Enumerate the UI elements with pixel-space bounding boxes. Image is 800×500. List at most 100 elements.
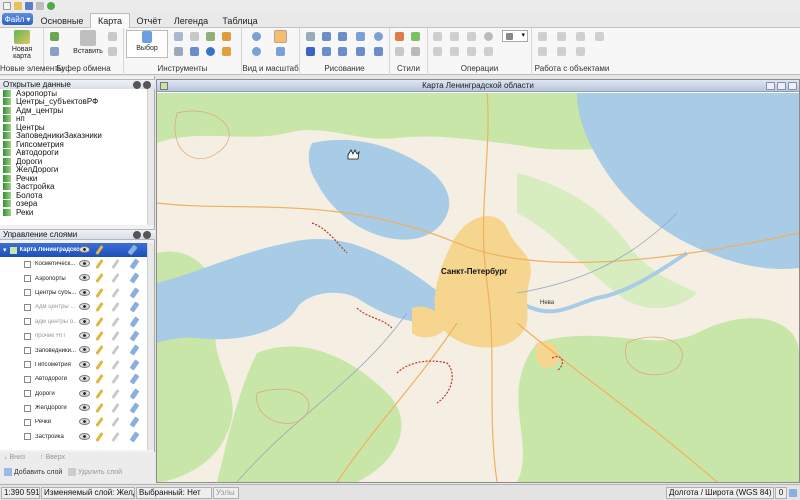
select-tool-button[interactable]: Выбор <box>126 30 168 58</box>
intersect-icon[interactable] <box>450 32 459 41</box>
open-data-item[interactable]: Застройка <box>0 182 147 191</box>
open-data-item[interactable]: Реки <box>0 208 147 217</box>
open-data-scrollbar[interactable] <box>147 89 154 225</box>
panel-settings-icon[interactable] <box>133 81 141 89</box>
layer-row[interactable]: Застройка <box>0 430 147 444</box>
label-icon[interactable] <box>111 287 120 298</box>
open-data-item[interactable]: нп <box>0 114 147 123</box>
panel-close-icon[interactable] <box>143 81 151 89</box>
insert-button[interactable]: Вставить <box>68 30 108 60</box>
open-data-item[interactable]: Адм_центры <box>0 106 147 115</box>
edit-pencil-icon[interactable] <box>95 245 104 255</box>
edit-pencil-icon[interactable] <box>95 316 104 327</box>
tab-map[interactable]: Карта <box>90 13 130 28</box>
style-brush-icon[interactable] <box>129 416 140 428</box>
ellipse-icon[interactable] <box>374 32 383 41</box>
style-brush-icon[interactable] <box>129 272 140 284</box>
open-data-item[interactable]: Центры_субъектовРФ <box>0 97 147 106</box>
tool-a-icon[interactable] <box>174 32 183 41</box>
visibility-eye-icon[interactable] <box>79 288 90 296</box>
visibility-eye-icon[interactable] <box>79 432 90 440</box>
edit-pencil-icon[interactable] <box>95 359 104 370</box>
visibility-eye-icon[interactable] <box>79 274 90 282</box>
layer-row[interactable]: Речки <box>0 415 147 429</box>
marker-icon[interactable] <box>374 47 383 56</box>
open-data-item[interactable]: Автодороги <box>0 148 147 157</box>
tab-legend[interactable]: Легенда <box>168 13 214 28</box>
tab-report[interactable]: Отчёт <box>132 13 166 28</box>
visibility-eye-icon[interactable] <box>79 418 90 426</box>
rectangle-icon[interactable] <box>356 32 365 41</box>
info-icon[interactable] <box>206 47 215 56</box>
maximize-button[interactable] <box>777 82 786 90</box>
erase-icon[interactable] <box>467 47 476 56</box>
layer-checkbox[interactable] <box>24 361 31 369</box>
open-data-item[interactable]: ЖелДороги <box>0 165 147 174</box>
coord-system-readout[interactable]: Долгота / Широта (WGS 84) <box>666 487 774 499</box>
open-data-item[interactable]: Аэропорты <box>0 89 147 98</box>
object-a-icon[interactable] <box>538 32 547 41</box>
style-brush-icon[interactable] <box>129 344 140 356</box>
style-pen-icon[interactable] <box>411 32 420 41</box>
layer-row[interactable]: Адм центры ... <box>0 300 147 314</box>
layer-root-row[interactable]: ▾ Карта Ленинградско... <box>0 243 147 257</box>
layer-row[interactable]: ЖелДороги <box>0 401 147 415</box>
visibility-eye-icon[interactable] <box>79 375 90 383</box>
object-b-icon[interactable] <box>557 32 566 41</box>
object-c-icon[interactable] <box>576 32 585 41</box>
label-icon[interactable] <box>111 402 120 413</box>
simplify-icon[interactable] <box>484 47 493 56</box>
style-copy-icon[interactable] <box>411 47 420 56</box>
paste-special-icon[interactable] <box>50 32 59 41</box>
tool-b-icon[interactable] <box>190 32 199 41</box>
freehand-icon[interactable] <box>338 47 347 56</box>
layer-row[interactable]: прочие НП <box>0 329 147 343</box>
layer-checkbox[interactable] <box>24 303 31 311</box>
layer-checkbox[interactable] <box>24 390 31 398</box>
layer-checkbox[interactable] <box>24 260 31 268</box>
save-icon[interactable] <box>25 1 33 10</box>
style-brush-icon[interactable] <box>129 431 140 443</box>
style-brush-icon[interactable] <box>129 359 140 371</box>
redo-icon[interactable] <box>47 1 55 10</box>
label-icon[interactable] <box>111 431 120 442</box>
edit-pencil-icon[interactable] <box>95 402 104 413</box>
tool-e-icon[interactable] <box>174 47 183 56</box>
move-up-button[interactable]: ↑ Вверх <box>40 454 65 461</box>
tab-basic[interactable]: Основные <box>36 13 88 28</box>
layer-checkbox[interactable] <box>24 433 31 441</box>
style-brush-icon[interactable] <box>129 387 140 400</box>
layer-checkbox[interactable] <box>24 289 31 297</box>
label-icon[interactable] <box>111 359 120 370</box>
edit-pencil-icon[interactable] <box>95 345 104 356</box>
point-icon[interactable] <box>306 32 315 41</box>
tool-c-icon[interactable] <box>206 32 215 41</box>
edit-pencil-icon[interactable] <box>95 302 104 313</box>
panel-close-icon[interactable] <box>143 231 151 239</box>
style-brush-icon[interactable] <box>129 287 140 299</box>
new-file-icon[interactable] <box>3 1 11 10</box>
open-data-item[interactable]: озера <box>0 199 147 208</box>
clip-icon[interactable] <box>450 47 459 56</box>
close-window-button[interactable] <box>788 82 797 90</box>
polygon-icon[interactable] <box>322 47 331 56</box>
zoom-in-icon[interactable] <box>252 32 261 41</box>
arrow-icon[interactable] <box>356 47 365 56</box>
visibility-eye-icon[interactable] <box>79 346 90 354</box>
style-brush-icon[interactable] <box>129 402 140 414</box>
layer-row[interactable]: адм центры о... <box>0 315 147 329</box>
edit-pencil-icon[interactable] <box>95 330 104 341</box>
label-icon[interactable] <box>111 316 120 327</box>
operations-dropdown[interactable]: ▾ <box>502 30 528 42</box>
open-data-item[interactable]: Речки <box>0 174 147 183</box>
minimize-button[interactable] <box>766 82 775 90</box>
label-icon[interactable] <box>111 345 120 356</box>
visibility-eye-icon[interactable] <box>79 246 90 253</box>
table-icon[interactable] <box>190 47 199 56</box>
visibility-eye-icon[interactable] <box>79 303 90 311</box>
remove-layer-button[interactable]: Удалить слой <box>68 468 122 476</box>
status-brush-icon[interactable] <box>789 489 797 497</box>
add-layer-button[interactable]: Добавить слой <box>4 468 62 476</box>
layer-checkbox[interactable] <box>24 404 31 412</box>
open-data-item[interactable]: Центры <box>0 123 147 132</box>
